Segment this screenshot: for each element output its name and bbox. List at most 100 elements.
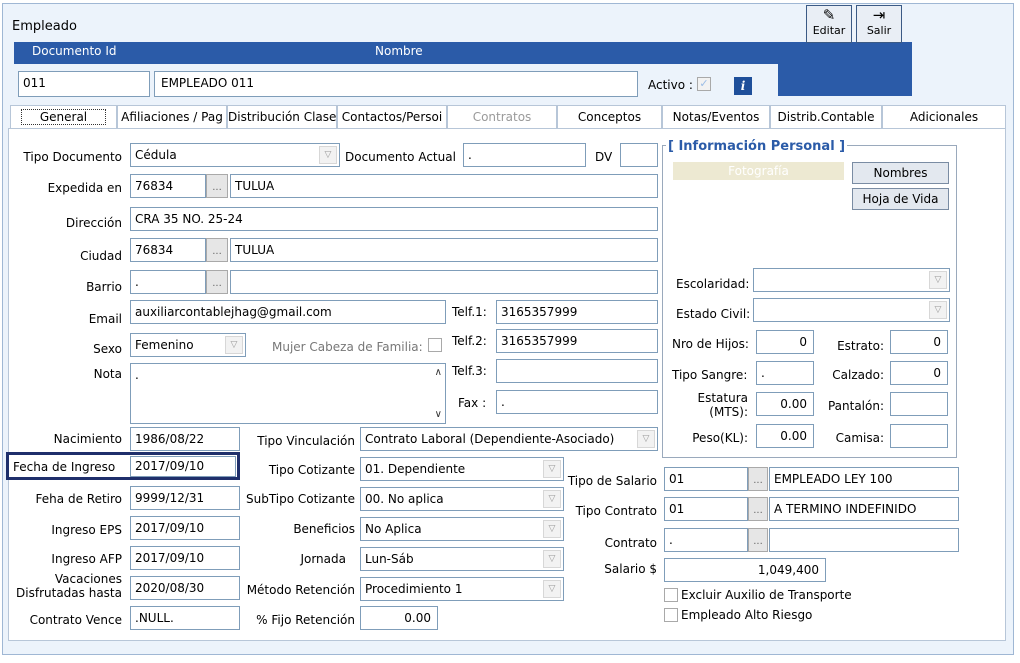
fijo-retencion-field[interactable]: 0.00 [360, 606, 438, 630]
activo-checkbox[interactable]: ✓ [697, 77, 711, 91]
direccion-field[interactable]: CRA 35 NO. 25-24 [130, 207, 658, 231]
fecha-retiro-field[interactable]: 9999/12/31 [130, 486, 240, 510]
barrio-code-field[interactable]: . [130, 270, 206, 294]
tipo-cotizante-select[interactable]: 01. Dependiente ▽ [360, 457, 564, 481]
ingreso-eps-field[interactable]: 2017/09/10 [130, 516, 240, 540]
subtipo-cotizante-select[interactable]: 00. No aplica ▽ [360, 487, 564, 511]
fotografia-box[interactable]: Fotografía [673, 162, 844, 250]
estrato-field[interactable]: 0 [890, 330, 948, 354]
edit-icon: ✎ [822, 6, 836, 24]
peso-field[interactable]: 0.00 [756, 424, 814, 448]
doc-id-field[interactable]: 011 [18, 71, 150, 97]
tab-contactos[interactable]: Contactos/Persoi [337, 105, 447, 129]
escolaridad-select[interactable]: ▽ [753, 268, 950, 292]
ciudad-lookup-button[interactable]: ... [206, 238, 228, 262]
tipo-salario-name-field[interactable]: EMPLEADO LEY 100 [769, 467, 959, 491]
contrato-vence-field[interactable]: .NULL. [130, 606, 240, 630]
tipo-vinculacion-select[interactable]: Contrato Laboral (Dependiente-Asociado) ▽ [360, 427, 658, 451]
tipo-documento-label: Tipo Documento [23, 150, 122, 164]
excluir-auxilio-checkbox[interactable] [664, 588, 678, 602]
scroll-down-icon[interactable]: ∨ [435, 409, 442, 420]
fecha-ingreso-field[interactable]: 2017/09/10 [130, 456, 236, 477]
camisa-field[interactable] [890, 424, 948, 448]
nombres-button[interactable]: Nombres [852, 162, 949, 184]
nota-textarea[interactable]: . ∧ ∨ [130, 363, 446, 424]
email-field[interactable]: auxiliarcontablejhag@gmail.com [130, 300, 446, 324]
tipo-sangre-field[interactable]: . [756, 361, 814, 385]
tipo-salario-code-field[interactable]: 01 [664, 467, 748, 491]
escolaridad-label: Escolaridad: [676, 277, 750, 291]
nro-hijos-field[interactable]: 0 [756, 330, 814, 354]
contrato-label: Contrato [604, 536, 657, 550]
nota-value: . [135, 368, 139, 382]
tipo-contrato-name-field[interactable]: A TERMINO INDEFINIDO [769, 497, 959, 521]
tipo-contrato-code-field[interactable]: 01 [664, 497, 748, 521]
hoja-de-vida-button[interactable]: Hoja de Vida [852, 188, 949, 210]
contrato-code-field[interactable]: . [664, 528, 748, 552]
tab-adicionales[interactable]: Adicionales [882, 105, 1006, 129]
editar-button[interactable]: ✎ Editar [806, 5, 852, 43]
mujer-cabeza-checkbox[interactable] [428, 338, 442, 352]
telf3-field[interactable] [496, 359, 658, 383]
telf2-field[interactable]: 3165357999 [496, 329, 658, 353]
estado-civil-select[interactable]: ▽ [753, 298, 950, 322]
email-label: Email [88, 312, 122, 326]
nombre-field[interactable]: EMPLEADO 011 [154, 71, 638, 97]
scroll-up-icon[interactable]: ∧ [435, 367, 442, 378]
alto-riesgo-checkbox[interactable] [664, 608, 678, 622]
pantalon-field[interactable] [890, 392, 948, 416]
calzado-label: Calzado: [832, 368, 884, 382]
telf1-label: Telf.1: [452, 305, 487, 319]
tab-distrib-contable[interactable]: Distrib.Contable [770, 105, 882, 129]
expedida-lookup-button[interactable]: ... [206, 174, 228, 198]
contrato-lookup-button[interactable]: ... [748, 528, 768, 552]
alto-riesgo-label: Empleado Alto Riesgo [681, 608, 813, 622]
documento-actual-field[interactable]: . [463, 143, 586, 167]
salario-field[interactable]: 1,049,400 [664, 558, 826, 582]
jornada-select[interactable]: Lun-Sáb ▽ [360, 547, 564, 571]
estatura-label-line1: Estatura [697, 391, 749, 405]
tab-distribucion-clase[interactable]: Distribución Clase [227, 105, 337, 129]
chevron-down-icon: ▽ [225, 336, 243, 354]
expedida-code-field[interactable]: 76834 [130, 174, 206, 198]
info-icon[interactable]: i [734, 77, 752, 95]
tab-afiliaciones[interactable]: Afiliaciones / Pag [117, 105, 227, 129]
ingreso-afp-field[interactable]: 2017/09/10 [130, 546, 240, 570]
tipo-documento-select[interactable]: Cédula ▽ [130, 143, 340, 167]
ciudad-code-field[interactable]: 76834 [130, 238, 206, 262]
calzado-field[interactable]: 0 [890, 361, 948, 385]
fax-field[interactable]: . [496, 390, 658, 414]
metodo-retencion-select[interactable]: Procedimiento 1 ▽ [360, 577, 564, 601]
barrio-name-field[interactable] [230, 270, 658, 294]
chevron-down-icon: ▽ [543, 580, 561, 598]
dv-field[interactable] [620, 143, 658, 167]
nota-label: Nota [93, 367, 122, 381]
window-title: Empleado [12, 19, 77, 34]
sexo-select[interactable]: Femenino ▽ [130, 333, 246, 357]
nacimiento-field[interactable]: 1986/08/22 [130, 427, 240, 451]
beneficios-select[interactable]: No Aplica ▽ [360, 517, 564, 541]
salir-label: Salir [866, 24, 892, 37]
tipo-vinculacion-label: Tipo Vinculación [257, 434, 355, 448]
barrio-lookup-button[interactable]: ... [206, 270, 228, 294]
contrato-name-field[interactable] [769, 528, 959, 552]
estatura-field[interactable]: 0.00 [756, 392, 814, 416]
salir-button[interactable]: ⇥ Salir [856, 5, 902, 43]
doc-id-header: Documento Id [32, 44, 117, 58]
tipo-contrato-lookup-button[interactable]: ... [748, 497, 768, 521]
expedida-city-field[interactable]: TULUA [230, 174, 658, 198]
tab-conceptos[interactable]: Conceptos [557, 105, 662, 129]
nacimiento-label: Nacimiento [53, 432, 122, 446]
vacaciones-field[interactable]: 2020/08/30 [130, 576, 240, 600]
tab-general[interactable]: General [10, 105, 117, 129]
jornada-label: Jornada [300, 552, 346, 566]
ciudad-city-field[interactable]: TULUA [230, 238, 658, 262]
telf1-field[interactable]: 3165357999 [496, 300, 658, 324]
metodo-retencion-value: Procedimiento 1 [365, 582, 463, 596]
nombre-header: Nombre [375, 44, 423, 58]
chevron-down-icon: ▽ [543, 460, 561, 478]
tab-contratos[interactable]: Contratos [447, 105, 557, 129]
tab-notas-eventos[interactable]: Notas/Eventos [662, 105, 770, 129]
tipo-salario-lookup-button[interactable]: ... [748, 467, 768, 491]
contrato-vence-label: Contrato Vence [29, 613, 122, 627]
